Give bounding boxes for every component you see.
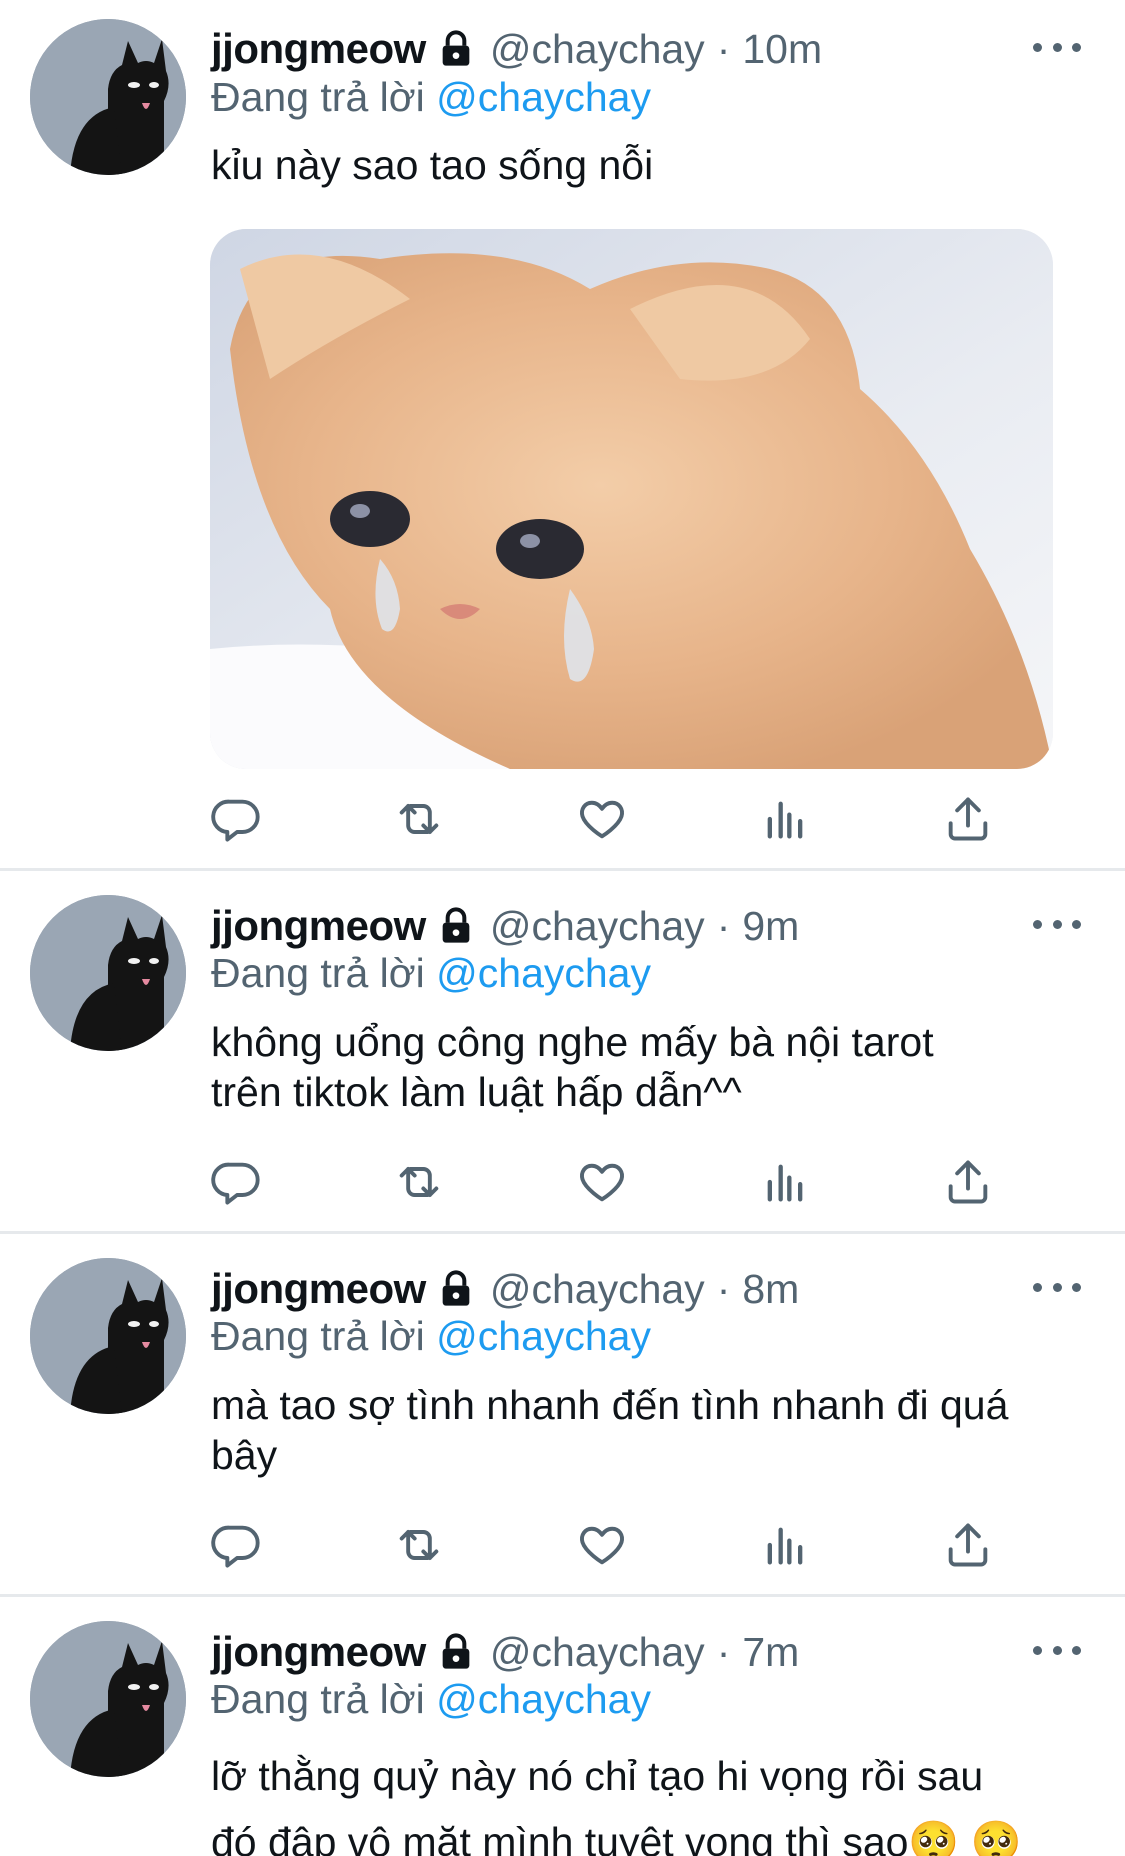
share-icon [948, 797, 988, 841]
more-icon[interactable] [1033, 37, 1081, 57]
tweet-text: không uổng công nghe mấy bà nội tarot tr… [211, 1019, 934, 1115]
analytics-icon [767, 1527, 803, 1565]
user-handle[interactable]: @chaychay [490, 1266, 705, 1313]
lock-icon [436, 905, 476, 947]
analytics-icon [767, 801, 803, 839]
black-cat-avatar-icon [30, 19, 186, 175]
like-button[interactable] [574, 1154, 630, 1210]
mention-link[interactable]: @chaychay [436, 1676, 651, 1722]
crying-kitten-photo [210, 229, 1053, 769]
reply-button[interactable] [208, 1517, 264, 1573]
share-button[interactable] [940, 1517, 996, 1573]
timestamp[interactable]: 10m [742, 26, 822, 73]
separator: · [716, 1628, 731, 1675]
analytics-button[interactable] [757, 791, 813, 847]
avatar[interactable] [30, 1621, 186, 1777]
tweet-header: jjongmeow @chaychay · 8m [211, 1264, 799, 1314]
more-icon[interactable] [1033, 1277, 1081, 1297]
timestamp[interactable]: 7m [742, 1629, 799, 1676]
tweet-header: jjongmeow @chaychay · 9m [211, 901, 799, 951]
tweet-actions [0, 1517, 1125, 1577]
reply-button[interactable] [208, 791, 264, 847]
replying-prefix: Đang trả lời [211, 74, 425, 120]
lock-icon [436, 1268, 476, 1310]
mention-link[interactable]: @chaychay [436, 950, 651, 996]
retweet-icon [399, 1530, 439, 1560]
separator: · [716, 902, 731, 949]
tweet-image[interactable] [210, 229, 1053, 769]
avatar[interactable] [30, 19, 186, 175]
avatar[interactable] [30, 1258, 186, 1414]
display-name[interactable]: jjongmeow [211, 1628, 426, 1676]
separator: · [716, 25, 731, 72]
share-icon [948, 1523, 988, 1567]
replying-to: Đang trả lời @chaychay [211, 74, 651, 121]
tweet-text: lỡ thằng quỷ này nó chỉ tạo hi vọng rồi … [211, 1753, 1022, 1856]
timestamp[interactable]: 8m [742, 1266, 799, 1313]
avatar[interactable] [30, 895, 186, 1051]
like-button[interactable] [574, 1517, 630, 1573]
tweet-4[interactable]: jjongmeow @chaychay · 7m Đang trả lời @c… [0, 1597, 1125, 1856]
share-button[interactable] [940, 791, 996, 847]
retweet-button[interactable] [391, 1154, 447, 1210]
like-icon [580, 1163, 624, 1202]
replying-prefix: Đang trả lời [211, 1313, 425, 1359]
reply-icon [211, 799, 260, 842]
retweet-icon [399, 1167, 439, 1197]
black-cat-avatar-icon [30, 895, 186, 1051]
tweet-text: kỉu này sao tao sống nỗi [211, 142, 654, 188]
tweet-header: jjongmeow @chaychay · 10m [211, 24, 822, 74]
retweet-button[interactable] [391, 791, 447, 847]
replying-to: Đang trả lời @chaychay [211, 950, 651, 997]
user-handle[interactable]: @chaychay [490, 903, 705, 950]
replying-prefix: Đang trả lời [211, 1676, 425, 1722]
analytics-button[interactable] [757, 1154, 813, 1210]
reply-icon [211, 1162, 260, 1205]
analytics-button[interactable] [757, 1517, 813, 1573]
display-name[interactable]: jjongmeow [211, 902, 426, 950]
share-icon [948, 1160, 988, 1204]
display-name[interactable]: jjongmeow [211, 1265, 426, 1313]
tweet-2[interactable]: jjongmeow @chaychay · 9m Đang trả lời @c… [0, 871, 1125, 1231]
share-button[interactable] [940, 1154, 996, 1210]
separator: · [716, 1265, 731, 1312]
tweet-1[interactable]: jjongmeow @chaychay · 10m Đang trả lời @… [0, 0, 1125, 867]
user-handle[interactable]: @chaychay [490, 26, 705, 73]
more-icon[interactable] [1033, 914, 1081, 934]
mention-link[interactable]: @chaychay [436, 74, 651, 120]
tweet-3[interactable]: jjongmeow @chaychay · 8m Đang trả lời @c… [0, 1234, 1125, 1594]
lock-icon [436, 28, 476, 70]
tweet-header: jjongmeow @chaychay · 7m [211, 1627, 799, 1677]
retweet-button[interactable] [391, 1517, 447, 1573]
tweet-text: mà tao sợ tình nhanh đến tình nhanh đi q… [211, 1382, 1009, 1478]
black-cat-avatar-icon [30, 1621, 186, 1777]
like-button[interactable] [574, 791, 630, 847]
like-icon [580, 1526, 624, 1565]
user-handle[interactable]: @chaychay [490, 1629, 705, 1676]
tweet-actions [0, 1154, 1125, 1214]
more-icon[interactable] [1033, 1640, 1081, 1660]
mention-link[interactable]: @chaychay [436, 1313, 651, 1359]
analytics-icon [767, 1164, 803, 1202]
reply-button[interactable] [208, 1154, 264, 1210]
replying-to: Đang trả lời @chaychay [211, 1313, 651, 1360]
lock-icon [436, 1631, 476, 1673]
tweet-actions [0, 791, 1125, 851]
like-icon [580, 800, 624, 839]
retweet-icon [399, 804, 439, 834]
reply-icon [211, 1525, 260, 1568]
black-cat-avatar-icon [30, 1258, 186, 1414]
timestamp[interactable]: 9m [742, 903, 799, 950]
display-name[interactable]: jjongmeow [211, 25, 426, 73]
replying-to: Đang trả lời @chaychay [211, 1676, 651, 1723]
replying-prefix: Đang trả lời [211, 950, 425, 996]
